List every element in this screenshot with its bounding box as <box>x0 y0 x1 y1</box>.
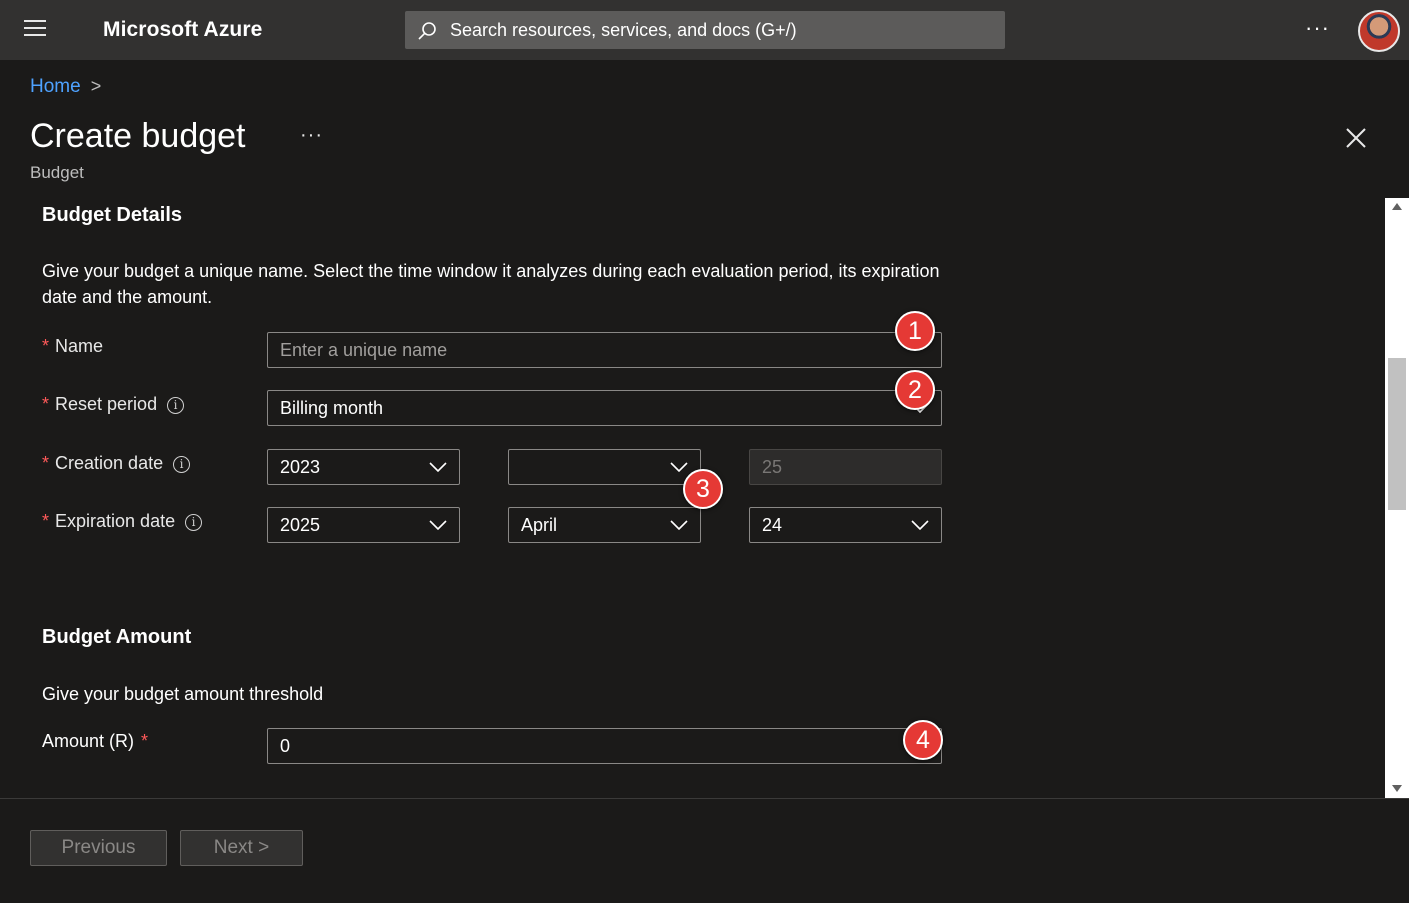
breadcrumb: Home > <box>30 76 101 98</box>
reset-period-label: * Reset period i <box>42 394 185 415</box>
amount-input[interactable]: 0 <box>267 728 942 764</box>
expiration-day-dropdown[interactable]: 24 <box>749 507 942 543</box>
creation-year-dropdown[interactable]: 2023 <box>267 449 460 485</box>
more-options-icon[interactable]: ··· <box>1305 15 1330 41</box>
info-icon[interactable]: i <box>185 514 203 531</box>
name-label: * Name <box>42 336 104 356</box>
budget-details-description: Give your budget a unique name. Select t… <box>42 261 940 307</box>
scroll-up-arrow-icon[interactable] <box>1392 203 1402 210</box>
scroll-thumb[interactable] <box>1388 358 1406 510</box>
page-subtitle: Budget <box>30 163 84 182</box>
expiration-day-value: 24 <box>762 515 783 535</box>
expiration-month-value: April <box>521 515 558 535</box>
creation-date-label: * Creation date i <box>42 453 191 474</box>
expiration-year-dropdown[interactable]: 2025 <box>267 507 460 543</box>
creation-month-dropdown[interactable] <box>508 449 701 485</box>
annotation-badge-1: 1 <box>895 311 935 351</box>
global-search-box[interactable]: Search resources, services, and docs (G+… <box>405 11 1005 49</box>
chevron-down-icon <box>911 520 929 530</box>
budget-amount-description: Give your budget amount threshold <box>42 684 324 704</box>
chevron-down-icon <box>429 520 447 530</box>
creation-year-value: 2023 <box>280 457 321 477</box>
required-marker: * <box>42 336 50 356</box>
info-icon[interactable]: i <box>167 397 185 414</box>
reset-period-dropdown[interactable]: Billing month <box>267 390 942 426</box>
close-icon[interactable] <box>1344 126 1368 150</box>
annotation-badge-3: 3 <box>683 469 723 509</box>
chevron-down-icon <box>670 520 688 530</box>
expiration-year-value: 2025 <box>280 515 321 535</box>
top-bar: Microsoft Azure Search resources, servic… <box>0 0 1409 60</box>
title-more-options-icon[interactable]: ··· <box>300 124 323 147</box>
budget-amount-heading: Budget Amount <box>42 626 192 648</box>
breadcrumb-home-link[interactable]: Home <box>30 76 81 97</box>
previous-button[interactable]: Previous <box>30 830 167 866</box>
budget-details-heading: Budget Details <box>42 204 183 226</box>
hamburger-menu-icon[interactable] <box>24 20 48 40</box>
avatar[interactable] <box>1358 10 1400 52</box>
next-button[interactable]: Next > <box>180 830 303 866</box>
scroll-down-arrow-icon[interactable] <box>1392 785 1402 792</box>
name-input[interactable]: Enter a unique name <box>267 332 942 368</box>
expiration-month-dropdown[interactable]: April <box>508 507 701 543</box>
creation-day-field: 25 <box>749 449 942 485</box>
annotation-badge-2: 2 <box>895 370 935 410</box>
reset-period-value: Billing month <box>280 398 384 418</box>
search-icon <box>418 22 436 40</box>
footer-bar: Previous Next > <box>0 798 1409 903</box>
info-icon[interactable]: i <box>173 456 191 473</box>
annotation-badge-4: 4 <box>903 720 943 760</box>
amount-label: Amount (R) * <box>42 731 149 751</box>
chevron-down-icon <box>429 462 447 472</box>
chevron-down-icon <box>670 462 688 472</box>
page-title: Create budget <box>30 117 246 155</box>
chevron-right-icon: > <box>90 76 102 96</box>
vertical-scrollbar[interactable] <box>1385 198 1409 798</box>
expiration-date-label: * Expiration date i <box>42 511 203 532</box>
search-placeholder: Search resources, services, and docs (G+… <box>450 20 797 40</box>
form-content: Budget Details Give your budget a unique… <box>0 198 1385 798</box>
brand-title[interactable]: Microsoft Azure <box>103 18 262 42</box>
